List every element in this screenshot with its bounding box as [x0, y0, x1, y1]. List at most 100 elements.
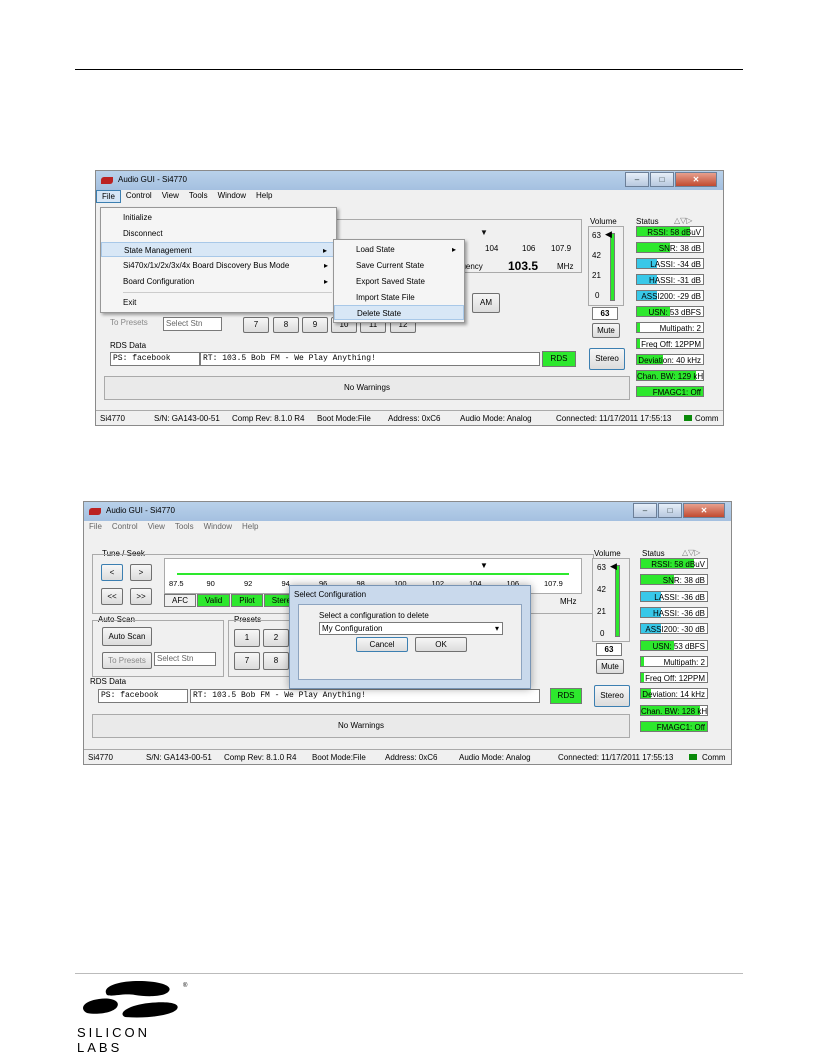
menu-control[interactable]: Control — [107, 521, 143, 534]
status-arrows-icon[interactable]: △▽▷ — [674, 216, 692, 225]
status-indicator-text: ASSI200: -29 dB — [641, 292, 701, 301]
close-button[interactable]: ✕ — [675, 172, 717, 187]
menu-view[interactable]: View — [143, 521, 170, 534]
preset-7[interactable]: 7 — [234, 652, 260, 670]
rds-indicator: RDS — [542, 351, 576, 367]
menu-tools[interactable]: Tools — [184, 190, 213, 203]
close-button[interactable]: ✕ — [683, 503, 725, 518]
volume-slider[interactable]: 63 42 21 0 ◀ — [592, 558, 630, 642]
chevron-down-icon: ▾ — [494, 624, 499, 633]
warnings-text: No Warnings — [344, 383, 390, 392]
status-indicator: Multipath: 2 — [636, 322, 704, 333]
stereo-button[interactable]: Stereo — [589, 348, 625, 370]
menu-item-load-state[interactable]: Load State ▸ — [334, 242, 464, 257]
menu-item-import-state-file[interactable]: Import State File — [334, 290, 464, 305]
menu-file[interactable]: File — [84, 521, 107, 534]
status-indicator-text: HASSI: -36 dB — [652, 608, 705, 618]
preset-9[interactable]: 9 — [302, 317, 328, 333]
status-arrows-icon[interactable]: △▽▷ — [682, 548, 700, 557]
app-logo-icon — [101, 177, 113, 184]
stereo-button[interactable]: Stereo — [594, 685, 630, 707]
menu-item-disconnect[interactable]: Disconnect — [101, 226, 336, 241]
volume-value[interactable]: 63 — [592, 307, 618, 320]
auto-scan-button[interactable]: Auto Scan — [102, 627, 152, 646]
volume-thumb-icon[interactable]: ◀ — [610, 561, 617, 572]
vol-tick-63: 63 — [597, 563, 606, 572]
select-stn-dropdown[interactable]: Select Stn — [154, 652, 216, 666]
menu-window[interactable]: Window — [213, 190, 251, 203]
minimize-button[interactable]: – — [625, 172, 649, 187]
status-indicator-text: RSSI: 58 dBuV — [647, 228, 701, 237]
status-bar: Si4770 S/N: GA143-00-51 Comp Rev: 8.1.0 … — [84, 749, 731, 764]
preset-8[interactable]: 8 — [273, 317, 299, 333]
vol-tick-21: 21 — [597, 607, 606, 616]
menu-window[interactable]: Window — [199, 521, 237, 534]
menu-item-discovery-bus-mode[interactable]: Si470x/1x/2x/3x/4x Board Discovery Bus M… — [101, 258, 336, 273]
status-indicator: RSSI: 58 dBuV — [636, 226, 704, 237]
status-indicator-text: Freq Off: 12PPM — [645, 674, 705, 684]
menu-item-state-management[interactable]: State Management ▸ — [101, 242, 336, 257]
menu-file[interactable]: File — [96, 190, 121, 203]
preset-7[interactable]: 7 — [243, 317, 269, 333]
menu-tools[interactable]: Tools — [170, 521, 199, 534]
menu-separator — [123, 292, 332, 293]
ok-button[interactable]: OK — [415, 637, 467, 652]
tune-down-button[interactable]: < — [101, 564, 123, 581]
menu-help[interactable]: Help — [237, 521, 263, 534]
comp-rev: Comp Rev: 8.1.0 R4 — [224, 753, 297, 762]
mute-button[interactable]: Mute — [596, 659, 624, 674]
volume-slider[interactable]: 63 42 21 0 ◀ — [588, 226, 624, 306]
select-stn-dropdown[interactable]: Select Stn — [163, 317, 222, 331]
menu-bar: File Control View Tools Window Help — [96, 190, 723, 203]
status-indicator-text: ASSI200: -30 dB — [645, 625, 705, 635]
menu-item-delete-state[interactable]: Delete State — [334, 305, 464, 320]
configuration-dropdown[interactable]: My Configuration ▾ — [319, 622, 503, 635]
menu-item-board-configuration[interactable]: Board Configuration ▸ — [101, 274, 336, 289]
status-indicator: SNR: 38 dB — [636, 242, 704, 253]
address: Address: 0xC6 — [385, 753, 438, 762]
dial-pointer-icon[interactable]: ▼ — [480, 561, 488, 570]
seek-down-button[interactable]: << — [101, 588, 123, 605]
tune-up-button[interactable]: > — [130, 564, 152, 581]
preset-8[interactable]: 8 — [263, 652, 289, 670]
menu-item-exit[interactable]: Exit — [101, 295, 336, 310]
status-label: Status — [642, 549, 665, 558]
vol-tick-0: 0 — [595, 291, 600, 300]
status-indicator-text: Chan. BW: 128 kHz — [641, 706, 708, 716]
dial-tick-label: 87.5 — [169, 579, 184, 588]
menu-view[interactable]: View — [157, 190, 184, 203]
boot-mode: Boot Mode:File — [317, 414, 371, 423]
status-indicator-text: Freq Off: 12PPM — [641, 340, 701, 349]
window-title: Audio GUI - Si4770 — [118, 175, 187, 184]
preset-2[interactable]: 2 — [263, 629, 289, 647]
menu-item-save-current-state[interactable]: Save Current State — [334, 258, 464, 273]
menu-item-export-saved-state[interactable]: Export Saved State — [334, 274, 464, 289]
vol-tick-42: 42 — [592, 251, 601, 260]
indicator-row: AFC Valid Pilot Stereo — [164, 594, 304, 607]
volume-value[interactable]: 63 — [596, 643, 622, 656]
tick-107-9: 107.9 — [551, 244, 572, 253]
seek-up-button[interactable]: >> — [130, 588, 152, 605]
vol-tick-42: 42 — [597, 585, 606, 594]
menu-help[interactable]: Help — [251, 190, 277, 203]
to-presets-button[interactable]: To Presets — [110, 318, 148, 327]
am-button[interactable]: AM — [472, 293, 500, 313]
header-rule — [75, 69, 743, 70]
maximize-button[interactable]: □ — [650, 172, 674, 187]
volume-thumb-icon[interactable]: ◀ — [605, 229, 612, 240]
cancel-button[interactable]: Cancel — [356, 637, 408, 652]
vol-tick-63: 63 — [592, 231, 601, 240]
mute-button[interactable]: Mute — [592, 323, 620, 338]
minimize-button[interactable]: – — [633, 503, 657, 518]
preset-1[interactable]: 1 — [234, 629, 260, 647]
maximize-button[interactable]: □ — [658, 503, 682, 518]
status-indicator: USN: 53 dBFS — [640, 639, 708, 651]
submenu-arrow-icon: ▸ — [322, 246, 327, 255]
menu-control[interactable]: Control — [121, 190, 157, 203]
status-indicator: Multipath: 2 — [640, 655, 708, 667]
to-presets-button[interactable]: To Presets — [102, 652, 152, 669]
status-indicator-text: LASSI: -36 dB — [654, 592, 705, 602]
rds-indicator: RDS — [550, 688, 582, 704]
svg-text:®: ® — [183, 982, 188, 989]
menu-item-initialize[interactable]: Initialize — [101, 210, 336, 225]
